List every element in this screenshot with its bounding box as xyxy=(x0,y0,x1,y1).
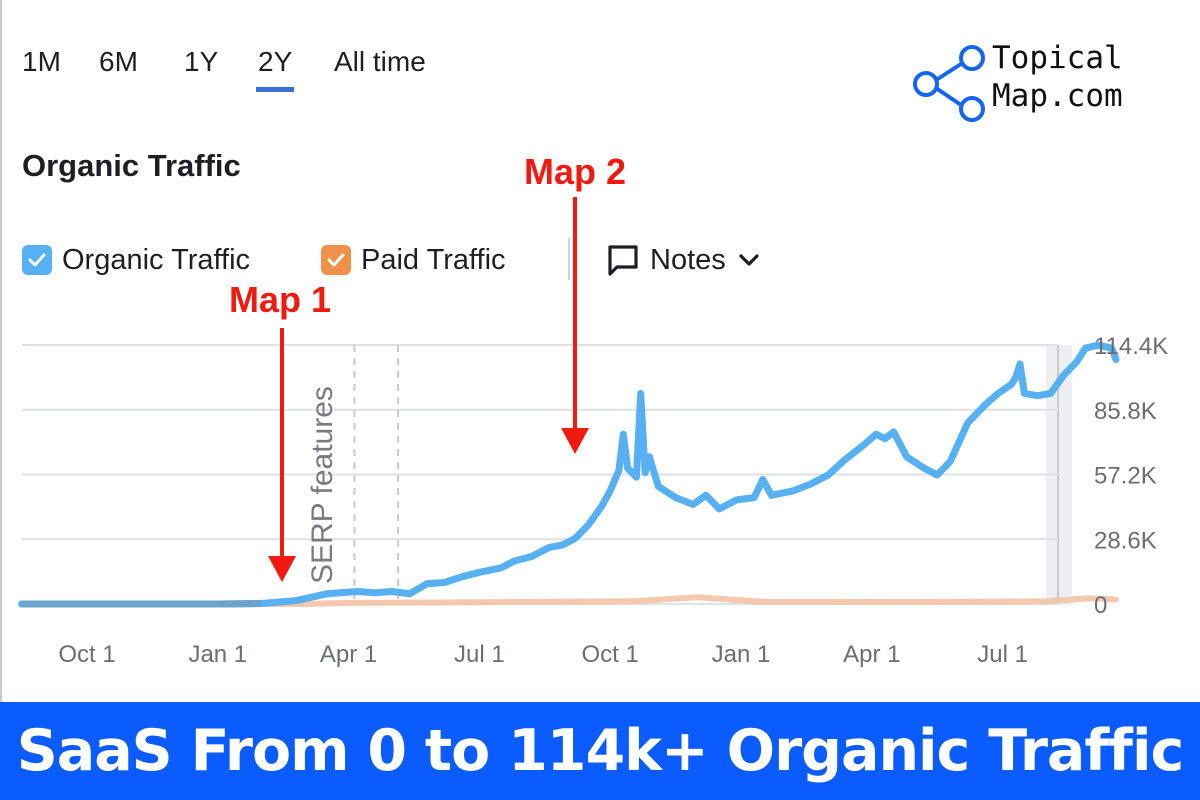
share-nodes-icon xyxy=(913,45,985,122)
y-tick-label: 0 xyxy=(1094,592,1107,619)
x-tick-label: Jan 1 xyxy=(188,641,247,668)
organic-traffic-chart: SERP features 0 28.6K 57.2K 85.8K 114.4K Oct … xyxy=(18,320,1168,668)
map1-annotation-label: Map 1 xyxy=(229,279,332,320)
legend-organic-toggle[interactable]: Organic Traffic xyxy=(22,240,250,280)
map2-annotation-label: Map 2 xyxy=(524,151,627,192)
logo-line1: Topical xyxy=(992,40,1123,76)
x-tick-label: Apr 1 xyxy=(320,641,377,668)
map2-arrow-shaft-upper xyxy=(573,197,577,322)
tab-6m[interactable]: 6M xyxy=(99,46,138,78)
annotation-arrowhead xyxy=(268,556,296,582)
paid-legend-label: Paid Traffic xyxy=(361,243,506,276)
check-icon xyxy=(327,253,345,267)
paid-checkbox[interactable] xyxy=(321,245,351,275)
x-tick-label: Jan 1 xyxy=(712,641,771,668)
legend-paid-toggle[interactable]: Paid Traffic xyxy=(321,240,506,280)
y-tick-label: 57.2K xyxy=(1094,463,1157,490)
annotation-arrowhead xyxy=(561,428,589,454)
x-tick-label: Jul 1 xyxy=(454,641,505,668)
y-tick-label: 114.4K xyxy=(1094,333,1168,360)
notes-label: Notes xyxy=(650,243,726,276)
legend-divider xyxy=(568,238,570,280)
organic-legend-label: Organic Traffic xyxy=(62,243,251,276)
x-tick-label: Apr 1 xyxy=(843,641,900,668)
x-tick-label: Oct 1 xyxy=(582,641,639,668)
organic-checkbox[interactable] xyxy=(22,245,52,275)
y-tick-label: 85.8K xyxy=(1094,398,1157,425)
y-tick-label: 28.6K xyxy=(1094,527,1157,554)
headline-banner: SaaS From 0 to 114k+ Organic Traffic xyxy=(0,702,1200,800)
tab-all-time[interactable]: All time xyxy=(334,46,426,78)
comment-icon xyxy=(608,245,638,276)
section-title: Organic Traffic xyxy=(22,148,241,183)
tab-1y[interactable]: 1Y xyxy=(184,46,218,78)
x-tick-label: Oct 1 xyxy=(58,641,115,668)
x-tick-label: Jul 1 xyxy=(977,641,1028,668)
check-icon xyxy=(28,253,46,267)
topicalmap-logo: Topical Map.com xyxy=(912,38,1152,124)
logo-line2: Map.com xyxy=(992,78,1123,114)
organic-traffic-baseline xyxy=(21,600,262,608)
tab-2y[interactable]: 2Y xyxy=(255,46,295,92)
headline-text: SaaS From 0 to 114k+ Organic Traffic xyxy=(16,718,1185,784)
chevron-down-icon xyxy=(739,254,759,266)
tab-1m[interactable]: 1M xyxy=(22,46,61,78)
serp-features-marker: SERP features xyxy=(306,386,339,584)
notes-dropdown[interactable]: Notes xyxy=(606,240,760,280)
